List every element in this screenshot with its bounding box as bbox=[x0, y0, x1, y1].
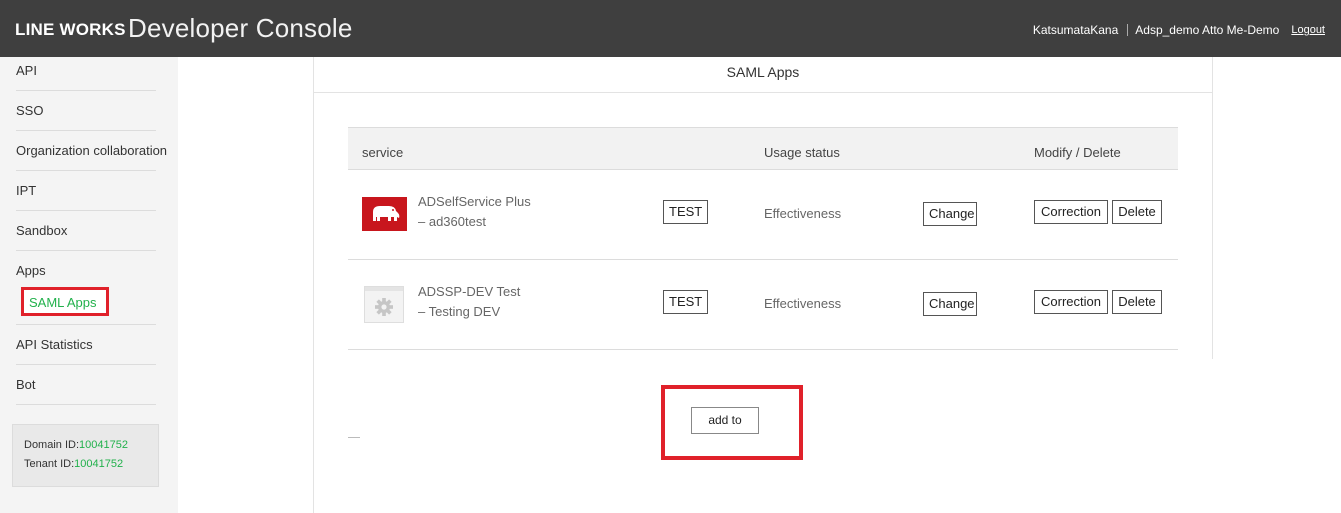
sidebar-divider bbox=[16, 364, 156, 365]
sidebar-item-ipt[interactable]: IPT bbox=[16, 183, 156, 198]
domain-id-row: Domain ID:10041752 bbox=[24, 439, 128, 451]
table-header: service Usage status Modify / Delete bbox=[348, 127, 1178, 170]
user-box: KatsumataKana Adsp_demo Atto Me-Demo Log… bbox=[1033, 23, 1325, 37]
sidebar-item-api-statistics[interactable]: API Statistics bbox=[16, 337, 156, 352]
app-name-line2: – ad360test bbox=[418, 214, 486, 229]
sidebar-divider bbox=[16, 404, 156, 405]
correction-button[interactable]: Correction bbox=[1034, 200, 1108, 224]
column-header-service: service bbox=[362, 145, 404, 160]
sidebar-divider bbox=[16, 130, 156, 131]
sidebar-item-sandbox[interactable]: Sandbox bbox=[16, 223, 156, 238]
sidebar-divider bbox=[16, 170, 156, 171]
page-title: SAML Apps bbox=[726, 64, 800, 80]
delete-button[interactable]: Delete bbox=[1112, 290, 1162, 314]
sidebar-divider bbox=[16, 90, 156, 91]
brand-logo: LINE WORKS bbox=[15, 20, 126, 39]
column-header-modify-delete: Modify / Delete bbox=[1034, 145, 1121, 160]
tenant-id-label: Tenant ID: bbox=[24, 458, 75, 470]
sidebar-item-organization-collaboration[interactable]: Organization collaboration bbox=[16, 143, 167, 158]
app-name-line2: – Testing DEV bbox=[418, 304, 501, 319]
user-separator bbox=[1127, 24, 1129, 36]
tenant-id-value: 10041752 bbox=[74, 458, 124, 470]
row-divider bbox=[348, 349, 1178, 350]
delete-button[interactable]: Delete bbox=[1112, 200, 1162, 224]
change-button[interactable]: Change bbox=[923, 292, 977, 316]
user-name: KatsumataKana bbox=[1032, 23, 1119, 37]
correction-button[interactable]: Correction bbox=[1034, 290, 1108, 314]
decorative-dash bbox=[348, 437, 360, 438]
content-left-border bbox=[313, 57, 314, 513]
sidebar-divider bbox=[16, 250, 156, 251]
elephant-icon bbox=[362, 197, 407, 231]
gear-icon bbox=[364, 286, 404, 323]
domain-id-label: Domain ID: bbox=[24, 439, 80, 451]
usage-status: Effectiveness bbox=[764, 206, 842, 221]
app-name-line1: ADSSP-DEV Test bbox=[418, 284, 521, 299]
sidebar-item-api[interactable]: API bbox=[16, 63, 156, 78]
sidebar-divider bbox=[16, 324, 156, 325]
sidebar-item-saml-apps-label: SAML Apps bbox=[29, 295, 97, 310]
tenant-id-row: Tenant ID:10041752 bbox=[24, 458, 123, 470]
sidebar-item-saml-apps[interactable]: SAML Apps bbox=[21, 287, 109, 316]
usage-status: Effectiveness bbox=[764, 296, 842, 311]
sidebar-item-apps[interactable]: Apps bbox=[16, 263, 156, 278]
sidebar: API SSO Organization collaboration IPT S… bbox=[0, 57, 178, 513]
sidebar-item-sso[interactable]: SSO bbox=[16, 103, 156, 118]
top-bar: LINE WORKS Developer Console KatsumataKa… bbox=[0, 0, 1341, 57]
id-info-box: Domain ID:10041752 Tenant ID:10041752 bbox=[12, 424, 159, 487]
add-to-button[interactable]: add to bbox=[691, 407, 759, 434]
sidebar-item-bot[interactable]: Bot bbox=[16, 377, 156, 392]
content-right-border bbox=[1212, 57, 1213, 359]
column-header-usage-status: Usage status bbox=[764, 145, 840, 160]
change-button[interactable]: Change bbox=[923, 202, 977, 226]
sidebar-divider bbox=[16, 210, 156, 211]
title-divider bbox=[314, 92, 1212, 93]
console-title: Developer Console bbox=[128, 13, 353, 43]
logout-link[interactable]: Logout bbox=[1291, 24, 1325, 36]
test-button[interactable]: TEST bbox=[663, 200, 708, 224]
app-name-line1: ADSelfService Plus bbox=[418, 194, 531, 209]
test-button[interactable]: TEST bbox=[663, 290, 708, 314]
tenant-name: Adsp_demo Atto Me-Demo bbox=[1135, 23, 1280, 37]
row-divider bbox=[348, 259, 1178, 260]
domain-id-value: 10041752 bbox=[79, 439, 128, 451]
